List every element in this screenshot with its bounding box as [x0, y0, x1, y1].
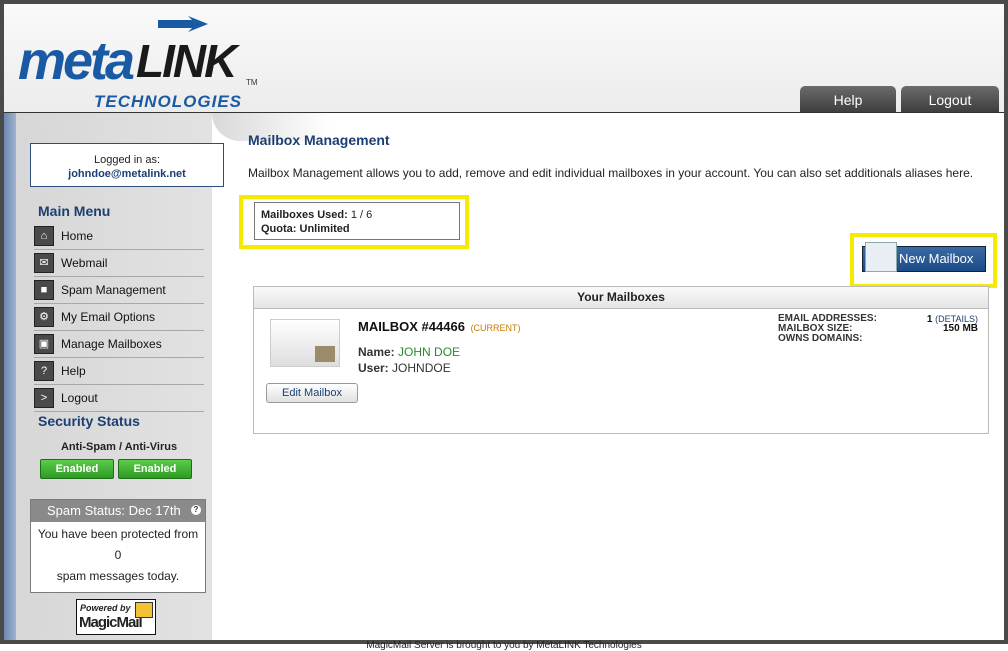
logout-arrow-icon: >: [34, 388, 54, 408]
owns-domains-row: OWNS DOMAINS:: [778, 334, 978, 344]
quota-box: Mailboxes Used: 1 / 6 Quota: Unlimited: [254, 202, 460, 240]
user-label: User:: [358, 361, 389, 375]
lock-icon: ■: [34, 280, 54, 300]
menu-item-manage-mailboxes[interactable]: ▣ Manage Mailboxes: [34, 331, 204, 358]
spam-status-header: Spam Status: Dec 17th ?: [31, 500, 205, 522]
main-content: Mailbox Management Mailbox Management al…: [239, 132, 997, 434]
menu-item-label: Logout: [61, 391, 98, 405]
mailbox-envelope-icon: [270, 319, 340, 367]
edit-mailbox-button[interactable]: Edit Mailbox: [266, 383, 358, 403]
house-icon: [315, 346, 335, 362]
new-mailbox-icon: [865, 242, 897, 272]
help-tab[interactable]: Help: [800, 86, 896, 112]
menu-item-webmail[interactable]: ✉ Webmail: [34, 250, 204, 277]
new-mailbox-label: New Mailbox: [899, 251, 974, 266]
owns-domains-label: OWNS DOMAINS:: [778, 333, 863, 344]
menu-item-label: Webmail: [61, 256, 108, 270]
menu-item-email-options[interactable]: ⚙ My Email Options: [34, 304, 204, 331]
main-menu: ⌂ Home ✉ Webmail ■ Spam Management ⚙ My Emai…: [34, 223, 204, 412]
home-icon: ⌂: [34, 226, 54, 246]
name-value: JOHN DOE: [398, 345, 461, 359]
anti-spam-anti-virus-label: Anti-Spam / Anti-Virus: [60, 441, 178, 453]
mailboxes-used-label: Mailboxes Used:: [261, 209, 348, 221]
quota-row: Quota: Unlimited: [261, 222, 459, 236]
logout-tab[interactable]: Logout: [901, 86, 999, 112]
name-label: Name:: [358, 345, 395, 359]
page-description: Mailbox Management allows you to add, re…: [248, 166, 974, 180]
menu-item-label: Manage Mailboxes: [61, 337, 162, 351]
sidebar-edge: [4, 113, 16, 640]
mailbox-title: MAILBOX #44466 (CURRENT): [358, 319, 521, 334]
logged-in-label: Logged in as:: [93, 154, 161, 166]
question-icon: ?: [34, 361, 54, 381]
user-email: johndoe@metalink.net: [68, 168, 186, 180]
magicmail-text: MagicMail: [79, 614, 143, 631]
spam-line1: You have been protected from: [37, 527, 199, 541]
panel-title: Your Mailboxes: [254, 287, 988, 309]
sidebar: Logged in as: johndoe@metalink.net Main …: [4, 113, 224, 640]
page-title: Mailbox Management: [248, 132, 390, 148]
your-mailboxes-panel: Your Mailboxes MAILBOX #44466 (CURRENT) …: [253, 286, 989, 434]
mailboxes-used-row: Mailboxes Used: 1 / 6: [261, 208, 459, 222]
current-badge: (CURRENT): [470, 323, 521, 333]
spam-status-title: Spam Status: Dec 17th: [47, 503, 181, 518]
mailbox-name-row: Name: JOHN DOE: [358, 345, 460, 359]
menu-item-spam-management[interactable]: ■ Spam Management: [34, 277, 204, 304]
quota-value: Unlimited: [299, 223, 350, 235]
header: meta LINK TM TECHNOLOGIES Help Logout: [4, 4, 1004, 113]
menu-item-home[interactable]: ⌂ Home: [34, 223, 204, 250]
menu-item-label: Help: [61, 364, 86, 378]
mailbox-size-value: 150 MB: [942, 323, 978, 334]
mailbox-number: MAILBOX #44466: [358, 319, 465, 334]
logo-meta: meta: [18, 31, 135, 91]
powered-by-text: Powered by: [80, 603, 131, 613]
security-status-title: Security Status: [38, 413, 140, 429]
spam-status-body: You have been protected from 0 spam mess…: [31, 522, 205, 587]
envelope-icon: ✉: [34, 253, 54, 273]
mailboxes-used-value: 1 / 6: [350, 209, 373, 221]
logo-link: LINK: [136, 35, 237, 87]
mailbox-icon: ▣: [34, 334, 54, 354]
magicmail-flag-icon: [135, 602, 153, 618]
login-info-box: Logged in as: johndoe@metalink.net: [30, 143, 224, 187]
footer-text: MagicMail Server is brought to you by Me…: [366, 640, 642, 651]
logo-arrow-icon: [158, 16, 208, 32]
logo-technologies: TECHNOLOGIES: [94, 92, 243, 111]
menu-item-logout[interactable]: > Logout: [34, 385, 204, 412]
mailbox-stats: EMAIL ADDRESSES: 1 (DETAILS) MAILBOX SIZE…: [778, 314, 978, 344]
spam-count: 0: [114, 548, 122, 562]
new-mailbox-button[interactable]: New Mailbox: [862, 242, 986, 272]
metalink-logo: meta LINK TM TECHNOLOGIES: [18, 12, 268, 112]
spam-line2: spam messages today.: [56, 569, 180, 583]
logo-tm: TM: [246, 78, 258, 87]
spam-status-box: Spam Status: Dec 17th ? You have been pr…: [30, 499, 206, 593]
powered-by-magicmail-logo[interactable]: Powered by MagicMail: [76, 599, 156, 635]
main-menu-title: Main Menu: [38, 203, 111, 219]
gears-icon: ⚙: [34, 307, 54, 327]
menu-item-label: Home: [61, 229, 94, 243]
menu-item-label: My Email Options: [61, 310, 156, 324]
menu-item-help[interactable]: ? Help: [34, 358, 204, 385]
quota-label: Quota:: [261, 223, 297, 235]
antispam-status-badge[interactable]: Enabled: [40, 459, 114, 479]
menu-item-label: Spam Management: [61, 283, 166, 297]
app-frame: meta LINK TM TECHNOLOGIES Help Logout Lo…: [0, 0, 1008, 644]
user-value: JOHNDOE: [392, 361, 451, 375]
mailbox-user-row: User: JOHNDOE: [358, 361, 451, 375]
antivirus-status-badge[interactable]: Enabled: [118, 459, 192, 479]
help-question-icon[interactable]: ?: [191, 505, 201, 515]
